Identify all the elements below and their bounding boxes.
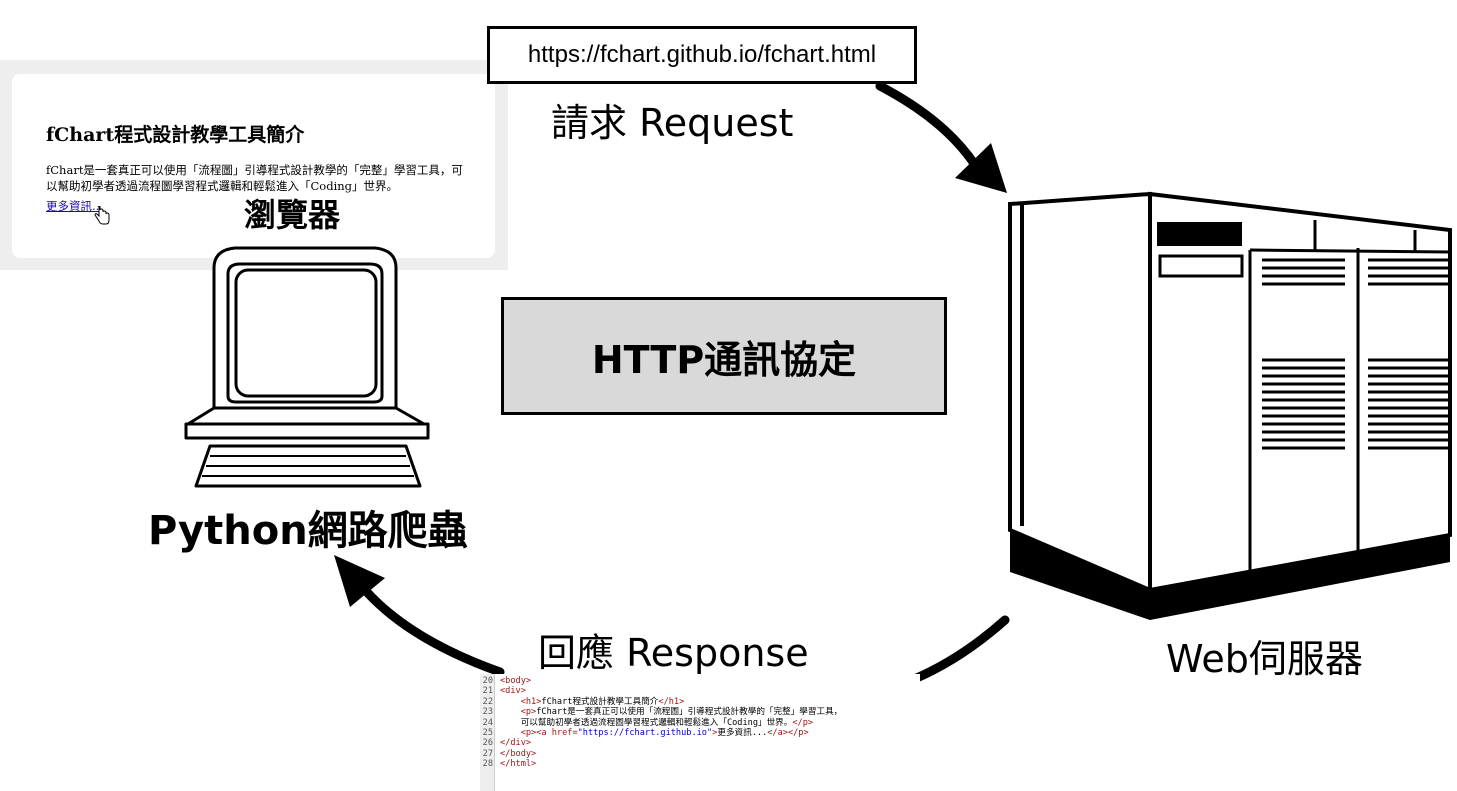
code-line-number: 25	[482, 728, 493, 738]
cursor-hand-icon	[94, 206, 110, 225]
browser-page-title: fChart程式設計教學工具簡介	[46, 124, 305, 146]
code-line-text: <h1>fChart程式設計教學工具簡介</h1>	[520, 696, 685, 707]
code-line-text: <div>	[500, 686, 526, 697]
response-label: 回應 Response	[538, 631, 809, 675]
html-code-snippet: 20 <body> 21 <div> 22 <h1>fChart程式設計教學工具簡介</…	[480, 674, 920, 791]
code-line: 27 </body>	[480, 749, 920, 759]
code-line-number: 20	[482, 676, 493, 686]
code-line-number: 24	[482, 717, 493, 728]
code-line: 23 <p>fChart是一套真正可以使用「流程圖」引導程式設計教學的「完整」學…	[480, 707, 920, 717]
code-line-text: 可以幫助初學者透過流程圖學習程式邏輯和輕鬆進入「Coding」世界。</p>	[520, 717, 814, 728]
code-line-number: 22	[482, 696, 493, 707]
server-label: Web伺服器	[1166, 637, 1363, 681]
browser-preview: fChart程式設計教學工具簡介 fChart是一套真正可以使用「流程圖」引導程…	[0, 60, 508, 270]
code-line: 26 </div>	[480, 738, 920, 748]
code-line-number: 21	[482, 686, 493, 697]
crawler-label: Python網路爬蟲	[148, 508, 468, 554]
code-line-text: <p>fChart是一套真正可以使用「流程圖」引導程式設計教學的「完整」學習工具…	[520, 707, 843, 718]
code-line: 22 <h1>fChart程式設計教學工具簡介</h1>	[480, 697, 920, 707]
code-line-number: 27	[482, 748, 493, 759]
code-line-text: <p><a href="https://fchart.github.io">更多…	[520, 728, 809, 738]
code-line: 20 <body>	[480, 676, 920, 686]
code-line: 28 </html>	[480, 759, 920, 769]
code-line-text: </html>	[500, 759, 537, 770]
code-line-text: </div>	[500, 738, 532, 749]
url-box: https://fchart.github.io/fchart.html	[487, 26, 917, 84]
protocol-box: HTTP通訊協定	[501, 297, 947, 415]
code-line-text: </body>	[500, 748, 537, 759]
code-line-text: <body>	[500, 676, 532, 686]
code-line: 21 <div>	[480, 686, 920, 696]
code-line: 24 可以幫助初學者透過流程圖學習程式邏輯和輕鬆進入「Coding」世界。</p…	[480, 718, 920, 728]
request-label: 請求 Request	[551, 101, 794, 145]
server-icon	[1008, 191, 1452, 620]
code-line-number: 28	[482, 759, 493, 770]
code-line-number: 23	[482, 707, 493, 718]
computer-icon	[184, 246, 430, 488]
code-line-number: 26	[482, 738, 493, 749]
code-line: 25 <p><a href="https://fchart.github.io"…	[480, 728, 920, 738]
browser-label: 瀏覽器	[244, 196, 341, 234]
